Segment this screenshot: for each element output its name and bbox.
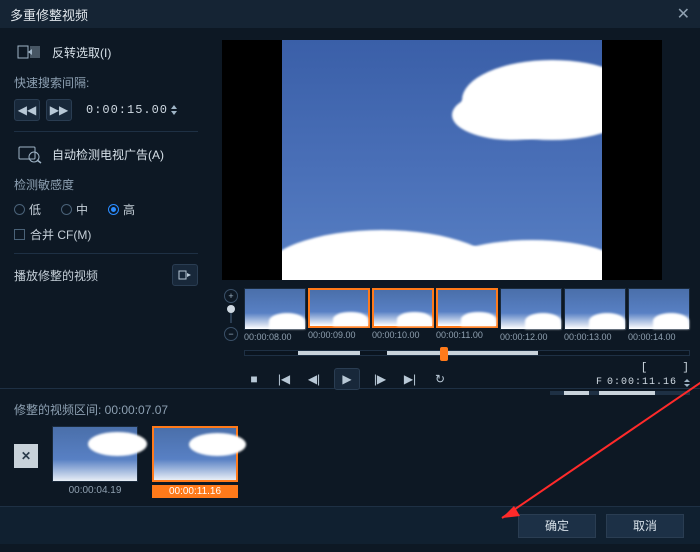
thumb-time: 00:00:08.00 <box>244 332 306 342</box>
readout-spinner[interactable] <box>684 378 690 388</box>
f-label: F <box>596 377 603 388</box>
thumb-time: 00:00:13.00 <box>564 332 626 342</box>
sensitivity-label: 检测敏感度 <box>14 176 198 193</box>
clip-item[interactable]: 00:00:11.16 <box>152 426 238 498</box>
spin-up-icon[interactable] <box>171 105 177 109</box>
interval-controls: ◀◀ ▶▶ 0:00:15.00 <box>14 99 198 121</box>
mark-in-icon[interactable]: [ <box>641 362 649 374</box>
next-clip-button[interactable]: ▶| <box>400 369 420 389</box>
step-back-button[interactable]: ◀| <box>304 369 324 389</box>
title-bar: 多重修整视频 ✕ <box>0 0 700 28</box>
autodetect-label: 自动检测电视广告(A) <box>52 146 164 163</box>
timeline-thumb[interactable]: 00:00:08.00 <box>244 288 306 342</box>
cancel-button[interactable]: 取消 <box>606 514 684 538</box>
sensitivity-radios: 低 中 高 <box>14 201 198 218</box>
video-preview <box>222 40 662 280</box>
clip-time: 00:00:04.19 <box>52 485 138 496</box>
radio-high[interactable]: 高 <box>108 201 135 218</box>
radio-mid[interactable]: 中 <box>61 201 88 218</box>
play-button[interactable]: ▶ <box>334 368 360 390</box>
stop-button[interactable]: ■ <box>244 369 264 389</box>
dialog-footer: 确定 取消 <box>0 506 700 544</box>
zoom-out-button[interactable]: − <box>224 327 238 341</box>
ok-button[interactable]: 确定 <box>518 514 596 538</box>
timeline-thumb[interactable]: 00:00:11.00 <box>436 288 498 342</box>
mark-out-icon[interactable]: ] <box>682 362 690 374</box>
timeline: + − 00:00:08.0000:00:09.0000:00:10.0000:… <box>222 288 690 342</box>
divider <box>14 131 198 132</box>
tv-search-icon <box>14 142 44 166</box>
clip-time: 00:00:11.16 <box>152 485 238 498</box>
delete-clip-button[interactable]: ✕ <box>14 444 38 468</box>
scrub-handle[interactable] <box>440 347 448 361</box>
thumb-time: 00:00:09.00 <box>308 330 370 340</box>
fast-search-label: 快速搜索间隔: <box>14 74 198 91</box>
interval-time-value: 0:00:15.00 <box>86 103 168 117</box>
checkbox-icon <box>14 229 25 240</box>
timeline-thumb[interactable]: 00:00:12.00 <box>500 288 562 342</box>
invert-icon <box>14 40 44 64</box>
thumbnail-strip[interactable]: 00:00:08.0000:00:09.0000:00:10.0000:00:1… <box>244 288 690 342</box>
merge-cf-checkbox[interactable]: 合并 CF(M) <box>14 226 198 243</box>
zoom-slider[interactable] <box>230 307 232 323</box>
forward-button[interactable]: ▶▶ <box>46 99 72 121</box>
clip-item[interactable]: 00:00:04.19 <box>52 426 138 498</box>
zoom-controls: + − <box>222 289 240 341</box>
preview-image <box>282 40 602 280</box>
current-time: 0:00:11.16 <box>607 377 677 388</box>
prev-clip-button[interactable]: |◀ <box>274 369 294 389</box>
clips-region: 修整的视频区间: 00:00:07.07 ✕ 00:00:04.19 00:00:… <box>0 393 700 506</box>
loop-button[interactable]: ↻ <box>430 369 450 389</box>
play-trimmed-button[interactable] <box>172 264 198 286</box>
clips-row: ✕ 00:00:04.19 00:00:11.16 <box>14 426 686 498</box>
play-trimmed-row: 播放修整的视频 <box>14 264 198 286</box>
scrubber-track[interactable] <box>244 350 690 356</box>
autodetect-button[interactable]: 自动检测电视广告(A) <box>14 142 198 166</box>
timeline-thumb[interactable]: 00:00:13.00 <box>564 288 626 342</box>
main-area: 反转选取(I) 快速搜索间隔: ◀◀ ▶▶ 0:00:15.00 自动检测电视广… <box>0 28 700 384</box>
playback-controls: ■ |◀ ◀| ▶ |▶ ▶| ↻ [ ] F 0:00:11.16 <box>244 362 690 395</box>
thumb-time: 00:00:14.00 <box>628 332 690 342</box>
step-forward-button[interactable]: |▶ <box>370 369 390 389</box>
merge-cf-label: 合并 CF(M) <box>30 226 91 243</box>
thumb-time: 00:00:10.00 <box>372 330 434 340</box>
divider <box>14 253 198 254</box>
window-title: 多重修整视频 <box>10 5 88 24</box>
invert-label: 反转选取(I) <box>52 44 111 61</box>
timeline-thumb[interactable]: 00:00:09.00 <box>308 288 370 342</box>
region-label: 修整的视频区间: 00:00:07.07 <box>14 401 686 418</box>
invert-selection-button[interactable]: 反转选取(I) <box>14 40 198 64</box>
thumb-time: 00:00:12.00 <box>500 332 562 342</box>
mini-scrubber[interactable] <box>550 391 690 395</box>
mark-brackets: [ ] <box>641 362 690 374</box>
time-spinner[interactable] <box>171 104 177 116</box>
thumb-time: 00:00:11.00 <box>436 330 498 340</box>
zoom-in-button[interactable]: + <box>224 289 238 303</box>
preview-area: + − 00:00:08.0000:00:09.0000:00:10.0000:… <box>212 28 700 384</box>
timeline-thumb[interactable]: 00:00:14.00 <box>628 288 690 342</box>
spin-down-icon[interactable] <box>171 111 177 115</box>
timeline-thumb[interactable]: 00:00:10.00 <box>372 288 434 342</box>
rewind-button[interactable]: ◀◀ <box>14 99 40 121</box>
time-readout-area: [ ] F 0:00:11.16 <box>550 362 690 395</box>
sidebar: 反转选取(I) 快速搜索间隔: ◀◀ ▶▶ 0:00:15.00 自动检测电视广… <box>0 28 212 384</box>
interval-time-input[interactable]: 0:00:15.00 <box>86 103 177 117</box>
close-icon[interactable]: ✕ <box>677 4 690 24</box>
region-duration: 00:00:07.07 <box>105 403 168 417</box>
radio-low[interactable]: 低 <box>14 201 41 218</box>
play-trimmed-label: 播放修整的视频 <box>14 267 98 284</box>
